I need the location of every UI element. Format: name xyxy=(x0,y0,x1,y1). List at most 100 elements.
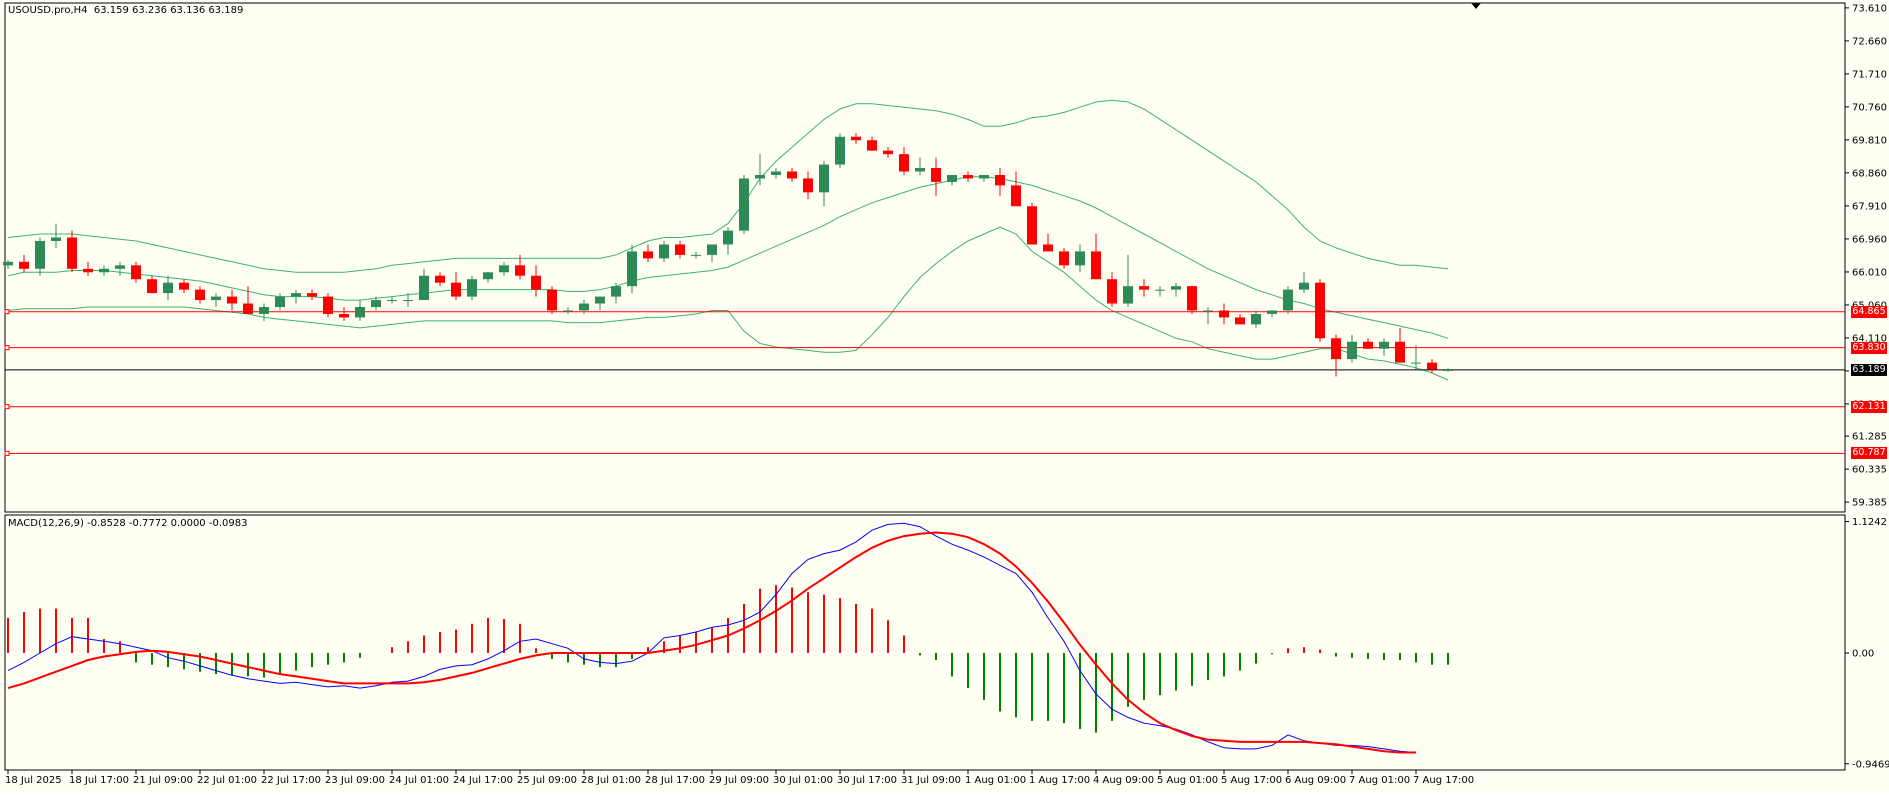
current-price-tag: 63.189 xyxy=(1851,363,1887,376)
candle-body xyxy=(1427,362,1437,370)
time-axis-label: 23 Jul 09:00 xyxy=(325,775,385,786)
price-axis-label: 66.960 xyxy=(1852,234,1887,245)
level-anchor-handle xyxy=(4,345,10,351)
level-anchor-handle xyxy=(4,450,10,456)
candle-body xyxy=(1123,286,1133,304)
time-axis-label: 24 Jul 17:00 xyxy=(453,775,513,786)
shift-marker-icon[interactable] xyxy=(1471,3,1481,9)
candle-body xyxy=(707,244,717,255)
candle-body xyxy=(1075,251,1085,266)
candle-body xyxy=(947,174,957,182)
candle-body xyxy=(131,265,141,280)
candle-body xyxy=(787,171,797,179)
macd-axis-label: 1.1242 xyxy=(1852,517,1887,528)
candle-body xyxy=(1411,362,1421,364)
candle-body xyxy=(1219,310,1229,318)
time-axis-label: 4 Aug 09:00 xyxy=(1093,775,1154,786)
candle-body xyxy=(579,303,589,311)
candle-body xyxy=(515,265,525,276)
time-axis-label: 1 Aug 01:00 xyxy=(965,775,1026,786)
candle-body xyxy=(1059,251,1069,266)
candle xyxy=(835,133,845,169)
candle-body xyxy=(387,300,397,302)
candle xyxy=(1027,202,1037,245)
candle-body xyxy=(211,296,221,301)
candle-body xyxy=(1395,341,1405,363)
candle-body xyxy=(851,136,861,141)
candle-body xyxy=(627,251,637,287)
candle-body xyxy=(883,150,893,155)
candle xyxy=(547,286,557,314)
macd-axis-label: 0.00 xyxy=(1852,649,1874,660)
candle-body xyxy=(755,174,765,179)
time-axis-label: 29 Jul 09:00 xyxy=(709,775,769,786)
chart-canvas[interactable]: 73.610 72.660 71.710 70.760 69.810 68.860 67.9… xyxy=(0,0,1889,792)
level-price-tag: 62.131 xyxy=(1851,400,1887,413)
candle-body xyxy=(483,272,493,280)
candle-body xyxy=(547,289,557,311)
price-axis-label: 61.285 xyxy=(1852,432,1887,443)
candle-body xyxy=(227,296,237,304)
candle-body xyxy=(51,237,61,241)
candle-body xyxy=(323,296,333,314)
candle-body xyxy=(691,254,701,256)
candle xyxy=(323,293,333,318)
time-axis-label: 22 Jul 17:00 xyxy=(261,775,321,786)
candle-body xyxy=(1139,286,1149,290)
candle-body xyxy=(963,174,973,179)
candle-body xyxy=(1363,341,1373,349)
level-price-tag: 60.787 xyxy=(1851,447,1887,460)
candle-body xyxy=(1107,279,1117,304)
time-axis-label: 7 Aug 17:00 xyxy=(1413,775,1474,786)
candle-body xyxy=(499,265,509,273)
candle-body xyxy=(1027,206,1037,245)
candle-body xyxy=(899,154,909,172)
time-axis-label: 5 Aug 01:00 xyxy=(1157,775,1218,786)
price-axis-label: 70.760 xyxy=(1852,102,1887,113)
candle-body xyxy=(979,174,989,179)
candle-body xyxy=(163,282,173,294)
chart-window[interactable]: 73.610 72.660 71.710 70.760 69.810 68.860 67.9… xyxy=(0,0,1889,792)
candle-body xyxy=(1011,185,1021,207)
price-axis-label: 66.010 xyxy=(1852,267,1887,278)
candle-body xyxy=(467,279,477,297)
candle xyxy=(467,275,477,301)
candle-body xyxy=(1203,310,1213,312)
candle-body xyxy=(275,296,285,308)
candle-body xyxy=(1235,317,1245,325)
price-axis-label: 68.860 xyxy=(1852,168,1887,179)
candle-body xyxy=(1091,251,1101,280)
time-axis-label: 24 Jul 01:00 xyxy=(389,775,449,786)
candle-body xyxy=(99,268,109,273)
price-axis-label: 72.660 xyxy=(1852,36,1887,47)
candle-body xyxy=(531,275,541,290)
candle-body xyxy=(995,174,1005,186)
candle-body xyxy=(371,300,381,308)
candle-body xyxy=(595,296,605,304)
candle-body xyxy=(451,282,461,297)
candle-body xyxy=(915,168,925,172)
candle-body xyxy=(291,293,301,297)
candle-body xyxy=(1251,313,1261,325)
candle-body xyxy=(19,261,29,269)
time-axis-label: 7 Aug 01:00 xyxy=(1349,775,1410,786)
candle-body xyxy=(659,244,669,259)
macd-axis-label: -0.9469 xyxy=(1852,759,1889,770)
candle-body xyxy=(1187,286,1197,311)
level-anchor-handle xyxy=(4,404,10,410)
candle-body xyxy=(3,261,13,266)
candle-body xyxy=(643,251,653,259)
candle-body xyxy=(243,303,253,314)
price-axis-label: 59.385 xyxy=(1852,498,1887,509)
candle xyxy=(739,174,749,235)
candle-body xyxy=(819,164,829,193)
price-axis-label: 71.710 xyxy=(1852,69,1887,80)
time-axis-label: 30 Jul 17:00 xyxy=(837,775,897,786)
candle-body xyxy=(147,279,157,294)
candle-body xyxy=(835,136,845,165)
time-axis-label: 28 Jul 17:00 xyxy=(645,775,705,786)
candle-body xyxy=(179,282,189,290)
candle-body xyxy=(1267,310,1277,314)
time-axis-label: 5 Aug 17:00 xyxy=(1221,775,1282,786)
candle xyxy=(1187,286,1197,314)
